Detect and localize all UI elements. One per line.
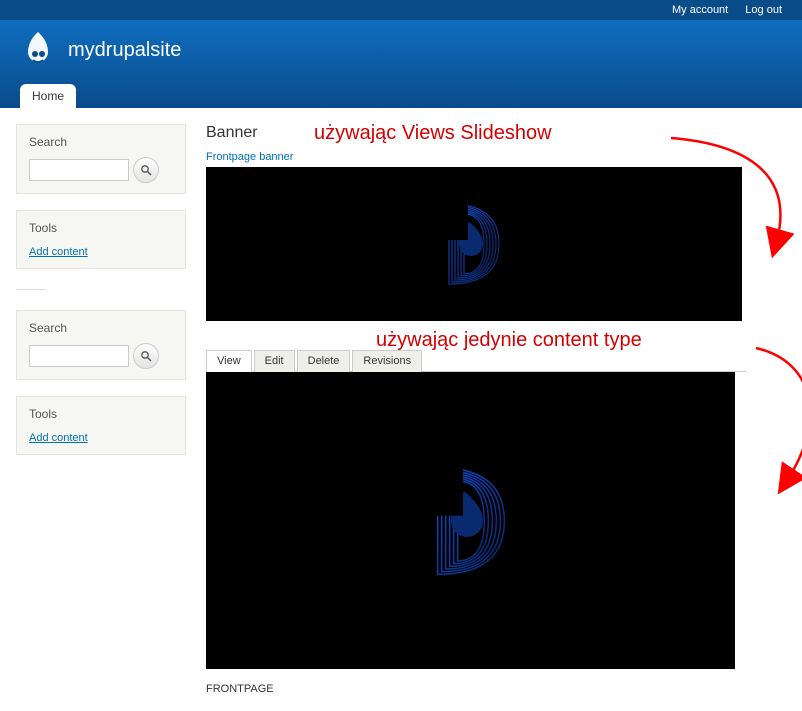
frontpage-label: FRONTPAGE	[206, 683, 786, 695]
tools-block-2-title: Tools	[29, 407, 173, 421]
tab-view[interactable]: View	[206, 350, 252, 372]
search-block-2: Search	[16, 310, 186, 380]
site-name: mydrupalsite	[68, 39, 181, 62]
drupal-logo-icon	[20, 30, 56, 70]
node-content-image	[206, 372, 735, 669]
tab-edit[interactable]: Edit	[254, 350, 295, 372]
node-tabs: View Edit Delete Revisions	[206, 349, 746, 372]
search-block: Search	[16, 124, 186, 194]
sidebar-separator	[16, 289, 46, 290]
tools-block-title: Tools	[29, 221, 173, 235]
log-out-link[interactable]: Log out	[745, 4, 782, 16]
magnifier-icon	[140, 350, 152, 362]
d-logo-icon	[414, 184, 534, 304]
sidebar: Search Tools Add content Search	[16, 124, 186, 471]
tools-block-2: Tools Add content	[16, 396, 186, 455]
tools-block: Tools Add content	[16, 210, 186, 269]
magnifier-icon	[140, 164, 152, 176]
d-logo-icon	[391, 441, 551, 601]
search-button[interactable]	[133, 157, 159, 183]
my-account-link[interactable]: My account	[672, 4, 728, 16]
tab-revisions[interactable]: Revisions	[352, 350, 422, 372]
add-content-link[interactable]: Add content	[29, 246, 88, 258]
arrow-2-icon	[746, 342, 802, 502]
nav-home-tab[interactable]: Home	[20, 84, 76, 108]
search-input[interactable]	[29, 159, 129, 181]
primary-nav: Home	[20, 84, 782, 108]
frontpage-banner-link[interactable]: Frontpage banner	[206, 151, 293, 163]
annotation-content-type: używając jedynie content type	[376, 329, 642, 352]
search-block-title: Search	[29, 135, 173, 149]
search-block-2-title: Search	[29, 321, 173, 335]
tab-delete[interactable]: Delete	[297, 350, 351, 372]
add-content-link-2[interactable]: Add content	[29, 432, 88, 444]
banner-slideshow-image	[206, 167, 742, 321]
main-content: Banner Frontpage banner	[206, 124, 786, 695]
site-header: mydrupalsite Home	[0, 20, 802, 108]
annotation-views-slideshow: używając Views Slideshow	[314, 122, 552, 145]
user-top-bar: My account Log out	[0, 0, 802, 20]
search-button-2[interactable]	[133, 343, 159, 369]
search-input-2[interactable]	[29, 345, 129, 367]
